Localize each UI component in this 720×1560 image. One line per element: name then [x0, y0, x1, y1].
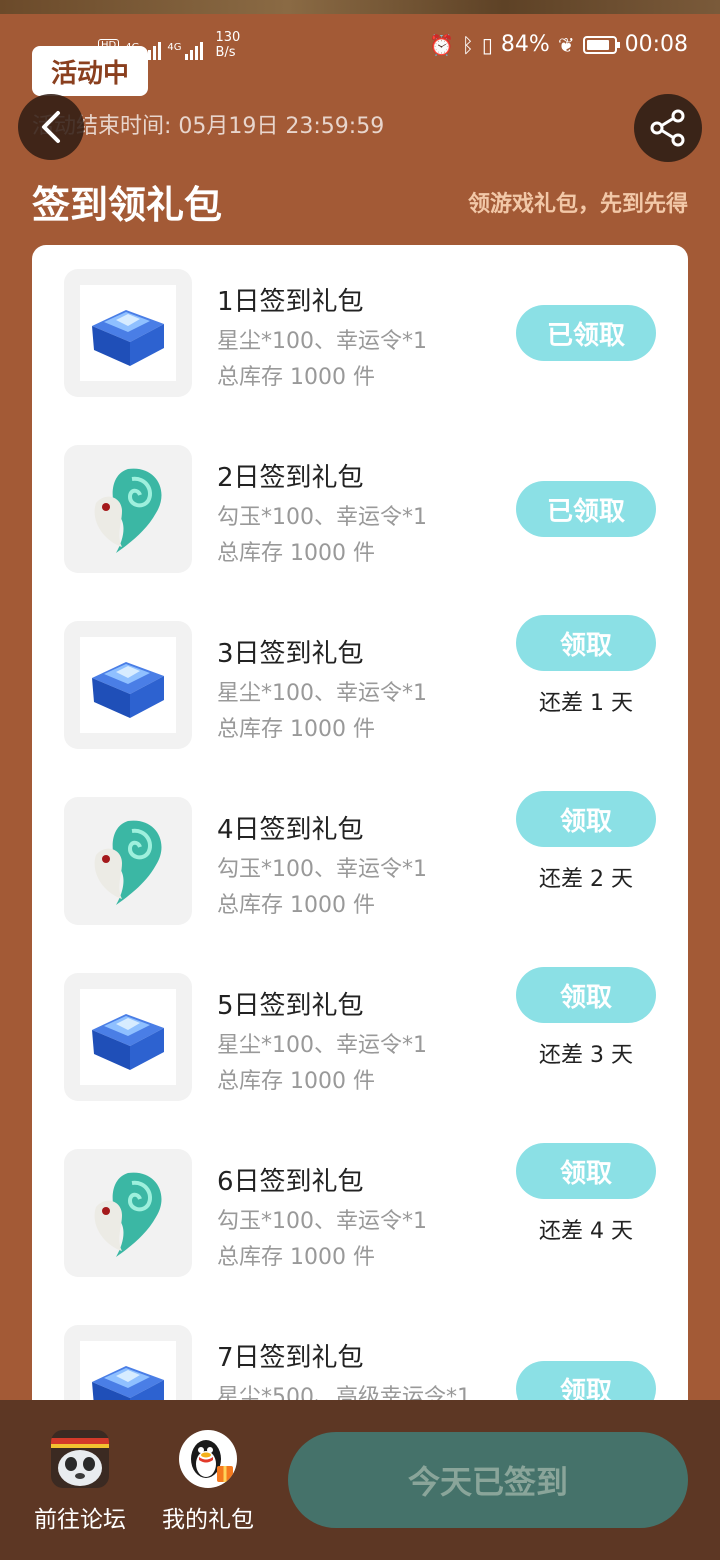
- signal-label: 4G: [167, 42, 182, 53]
- claim-button[interactable]: 领取: [516, 967, 656, 1023]
- bluetooth-icon: ᛒ: [461, 32, 474, 57]
- share-button[interactable]: [634, 94, 702, 162]
- gift-thumbnail: [64, 445, 192, 573]
- gift-row: 4日签到礼包勾玉*100、幸运令*1 总库存 1000 件 领取还差 2 天: [32, 773, 688, 949]
- gift-content: 星尘*100、幸运令*1: [217, 329, 427, 354]
- gift-thumbnail: [64, 269, 192, 397]
- claim-button[interactable]: 已领取: [516, 481, 656, 537]
- network-speed: 130 B/s: [215, 30, 240, 60]
- gift-stock: 总库存 1000 件: [217, 541, 375, 566]
- gift-name: 3日签到礼包: [217, 639, 364, 669]
- gift-image: [80, 637, 176, 733]
- battery-icon: [582, 35, 620, 54]
- gift-name: 5日签到礼包: [217, 991, 364, 1021]
- gift-image: [80, 285, 176, 381]
- gift-stock: 总库存 1000 件: [217, 1245, 375, 1270]
- gift-content: 星尘*100、幸运令*1: [217, 681, 427, 706]
- checkin-button[interactable]: 今天已签到: [288, 1432, 688, 1528]
- clock-time: 00:08: [624, 32, 688, 57]
- gift-content: 勾玉*100、幸运令*1: [217, 1209, 427, 1234]
- network-speed-value: 130: [215, 30, 241, 45]
- gift-row: 3日签到礼包星尘*100、幸运令*1 总库存 1000 件 领取还差 1 天: [32, 597, 688, 773]
- gift-thumbnail: [64, 797, 192, 925]
- gift-name: 2日签到礼包: [217, 463, 364, 493]
- jade-icon: [94, 1172, 162, 1257]
- gift-content: 勾玉*100、幸运令*1: [217, 857, 427, 882]
- gift-content: 星尘*100、幸运令*1: [217, 1033, 427, 1058]
- gift-name: 4日签到礼包: [217, 815, 364, 845]
- claim-button[interactable]: 领取: [516, 791, 656, 847]
- gift-name: 1日签到礼包: [217, 287, 364, 317]
- days-remaining: 还差 1 天: [539, 691, 633, 716]
- gift-stock: 总库存 1000 件: [217, 717, 375, 742]
- gift-row: 1日签到礼包星尘*100、幸运令*1 总库存 1000 件 已领取: [32, 245, 688, 421]
- gift-row: 5日签到礼包星尘*100、幸运令*1 总库存 1000 件 领取还差 3 天: [32, 949, 688, 1125]
- leaf-icon: ❦: [557, 32, 575, 57]
- days-remaining: 还差 2 天: [539, 867, 633, 892]
- my-gifts-nav-item[interactable]: 我的礼包: [153, 1430, 263, 1534]
- claim-button[interactable]: 领取: [516, 615, 656, 671]
- gift-row: 6日签到礼包勾玉*100、幸运令*1 总库存 1000 件 领取还差 4 天: [32, 1125, 688, 1301]
- gift-row: 2日签到礼包勾玉*100、幸运令*1 总库存 1000 件 已领取: [32, 421, 688, 597]
- claim-button[interactable]: 已领取: [516, 305, 656, 361]
- gift-list-card: 1日签到礼包 星尘*100、幸运令*1 总库存 1000 件已领取 2日签到礼包 勾玉*…: [32, 245, 688, 1445]
- gift-content: 勾玉*100、幸运令*1: [217, 505, 427, 530]
- section-title: 签到领礼包: [32, 183, 223, 227]
- gift-thumbnail: [64, 621, 192, 749]
- blue-chest-icon: [92, 1014, 164, 1070]
- bottom-bar: 前往论坛 我的礼包 今天已签到: [0, 1400, 720, 1560]
- gift-thumbnail: [64, 1149, 192, 1277]
- my-gifts-label: 我的礼包: [162, 1507, 254, 1533]
- forum-nav-item[interactable]: 前往论坛: [25, 1430, 135, 1534]
- claim-button[interactable]: 领取: [516, 1143, 656, 1199]
- alarm-icon: ⏰: [429, 32, 454, 57]
- gift-name: 6日签到礼包: [217, 1167, 364, 1197]
- battery-percent: 84%: [500, 32, 550, 57]
- share-icon: [650, 109, 685, 147]
- qq-penguin-icon: [179, 1430, 237, 1488]
- top-game-banner: [0, 0, 720, 14]
- gift-image: [80, 1165, 176, 1261]
- gift-name: 7日签到礼包: [217, 1343, 364, 1373]
- game-avatar-icon: [51, 1430, 109, 1488]
- gift-stock: 总库存 1000 件: [217, 893, 375, 918]
- activity-status-badge: 活动中: [32, 46, 148, 96]
- status-bar-right: ⏰ ᛒ ▯ 84% ❦ 00:08: [429, 32, 688, 57]
- gift-image: [80, 989, 176, 1085]
- signal-icon: 4G: [167, 42, 204, 60]
- jade-icon: [94, 820, 162, 905]
- gift-image: [80, 813, 176, 909]
- blue-chest-icon: [92, 310, 164, 366]
- network-speed-unit: B/s: [215, 45, 236, 60]
- section-subtitle: 领游戏礼包，先到先得: [467, 192, 688, 217]
- back-button[interactable]: [18, 94, 84, 160]
- gift-thumbnail: [64, 973, 192, 1101]
- gift-stock: 总库存 1000 件: [217, 1069, 375, 1094]
- activity-end-time: 活动结束时间: 05月19日 23:59:59: [32, 114, 385, 139]
- chevron-left-icon: [42, 111, 60, 143]
- gift-stock: 总库存 1000 件: [217, 365, 375, 390]
- gift-image: [80, 461, 176, 557]
- jade-icon: [94, 468, 162, 553]
- days-remaining: 还差 4 天: [539, 1219, 633, 1244]
- blue-chest-icon: [92, 662, 164, 718]
- forum-label: 前往论坛: [34, 1507, 126, 1533]
- days-remaining: 还差 3 天: [539, 1043, 633, 1068]
- vibrate-icon: ▯: [481, 32, 493, 57]
